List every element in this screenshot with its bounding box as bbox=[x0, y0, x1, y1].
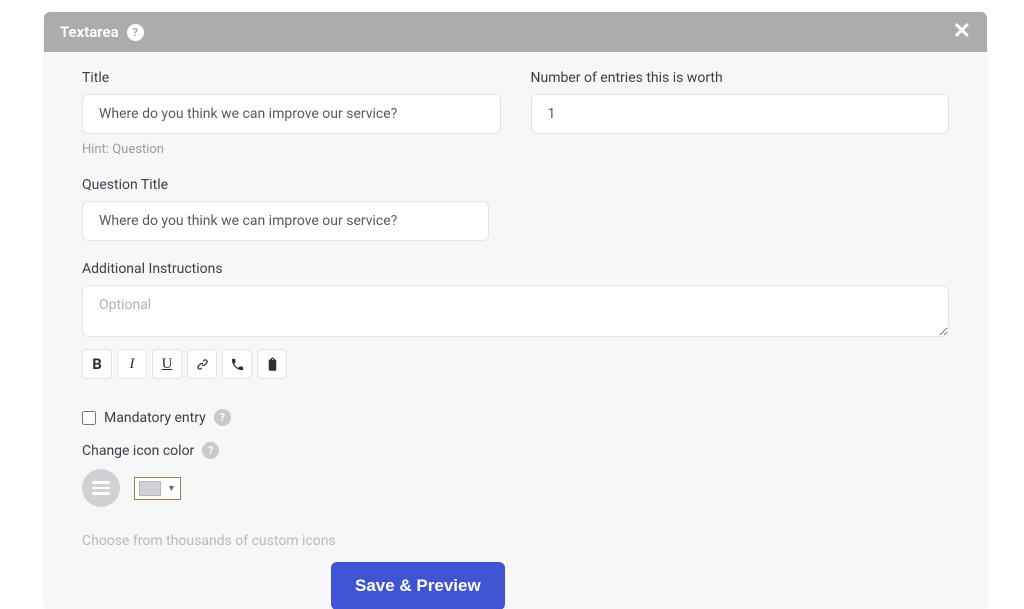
icon-preview-swatch[interactable] bbox=[82, 469, 120, 507]
title-label: Title bbox=[82, 70, 501, 86]
entries-label: Number of entries this is worth bbox=[531, 70, 950, 86]
title-hint: Hint: Question bbox=[82, 142, 501, 157]
menu-icon bbox=[92, 481, 110, 495]
title-input[interactable] bbox=[82, 94, 501, 134]
color-swatch bbox=[139, 481, 161, 496]
bold-button[interactable]: B bbox=[82, 349, 112, 379]
textarea-config-modal: Textarea ? ✕ Title Hint: Question Number… bbox=[44, 12, 987, 609]
chevron-down-icon: ▼ bbox=[167, 483, 176, 494]
entries-input[interactable] bbox=[531, 94, 950, 134]
clipboard-button[interactable] bbox=[257, 349, 287, 379]
modal-body: Title Hint: Question Number of entries t… bbox=[44, 52, 987, 609]
modal-title: Textarea bbox=[60, 23, 119, 41]
mandatory-label: Mandatory entry bbox=[104, 410, 206, 426]
question-title-input[interactable] bbox=[82, 201, 489, 241]
editor-toolbar: B I U bbox=[82, 349, 949, 379]
question-title-label: Question Title bbox=[82, 177, 949, 193]
custom-icons-hint: Choose from thousands of custom icons bbox=[82, 533, 949, 549]
clipboard-icon bbox=[265, 357, 280, 372]
link-icon bbox=[195, 357, 210, 372]
instructions-textarea[interactable] bbox=[82, 285, 949, 337]
modal-header: Textarea ? ✕ bbox=[44, 12, 987, 52]
mandatory-checkbox[interactable] bbox=[82, 411, 96, 425]
phone-button[interactable] bbox=[222, 349, 252, 379]
save-preview-button[interactable]: Save & Preview bbox=[331, 562, 505, 609]
help-icon[interactable]: ? bbox=[202, 442, 219, 459]
help-icon[interactable]: ? bbox=[127, 24, 144, 41]
color-picker[interactable]: ▼ bbox=[134, 477, 181, 500]
icon-color-label: Change icon color bbox=[82, 443, 194, 459]
italic-button[interactable]: I bbox=[117, 349, 147, 379]
underline-button[interactable]: U bbox=[152, 349, 182, 379]
link-button[interactable] bbox=[187, 349, 217, 379]
instructions-label: Additional Instructions bbox=[82, 261, 949, 277]
phone-icon bbox=[230, 357, 245, 372]
close-icon[interactable]: ✕ bbox=[953, 21, 971, 43]
help-icon[interactable]: ? bbox=[214, 409, 231, 426]
